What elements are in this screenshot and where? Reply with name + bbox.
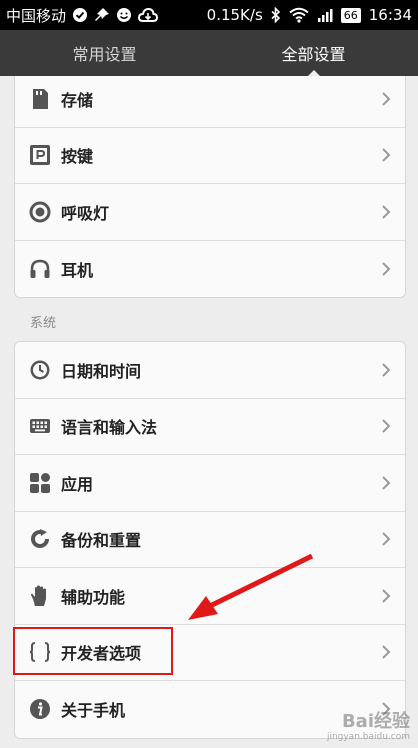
wifi-icon [289,7,309,23]
reset-icon [29,528,51,550]
breathing-light-icon [29,201,51,223]
setting-row-apps[interactable]: 应用 [15,455,405,512]
setting-label: 耳机 [61,260,94,280]
chevron-right-icon [381,362,391,378]
tab-common-settings[interactable]: 常用设置 [0,30,209,76]
settings-tabs: 常用设置 全部设置 [0,30,418,76]
setting-label: 按键 [61,147,94,167]
chevron-right-icon [381,261,391,277]
settings-list[interactable]: 存储 按键 呼吸灯 耳机 系统 日期和时间 语言和输入法 应用 备份和重置 辅助… [0,76,418,748]
watermark-subtext: jingyan.baidu.com [326,732,410,742]
setting-label: 备份和重置 [61,531,142,551]
chevron-right-icon [381,204,391,220]
clock-icon [29,359,51,381]
check-circle-icon [72,7,88,23]
setting-label: 呼吸灯 [61,203,110,223]
setting-row-accessibility[interactable]: 辅助功能 [15,568,405,625]
clock-time: 16:34 [368,6,412,24]
settings-group-system: 日期和时间 语言和输入法 应用 备份和重置 辅助功能 开发者选项 关于手机 [14,341,406,739]
setting-row-language-input[interactable]: 语言和输入法 [15,399,405,455]
highlight-box [13,627,173,675]
setting-row-breathing-light[interactable]: 呼吸灯 [15,184,405,241]
chevron-right-icon [381,91,391,107]
watermark-text: Bai经验 [341,711,410,732]
setting-label: 语言和输入法 [61,418,158,438]
chevron-right-icon [381,147,391,163]
keyboard-icon [29,415,51,437]
smiley-icon [116,7,132,23]
sd-card-icon [29,88,51,110]
chevron-right-icon [381,588,391,604]
setting-label: 应用 [61,474,94,494]
setting-row-buttons[interactable]: 按键 [15,128,405,184]
headphones-icon [29,258,51,280]
setting-label: 存储 [61,90,94,110]
tab-all-settings[interactable]: 全部设置 [209,30,418,76]
key-button-icon [29,144,51,166]
chevron-right-icon [381,475,391,491]
hand-icon [29,585,51,607]
network-speed: 0.15K/s [206,6,263,24]
setting-row-backup-reset[interactable]: 备份和重置 [15,512,405,568]
settings-group-device: 存储 按键 呼吸灯 耳机 [14,76,406,298]
setting-label: 辅助功能 [61,587,126,607]
setting-label: 关于手机 [61,701,126,721]
pin-icon [94,7,110,23]
setting-label: 日期和时间 [61,361,142,381]
carrier-label: 中国移动 [6,6,67,25]
chevron-right-icon [381,531,391,547]
apps-icon [29,472,51,494]
watermark: Bai经验 jingyan.baidu.com [327,713,410,742]
setting-row-storage[interactable]: 存储 [15,76,405,128]
battery-icon: 66 [340,7,361,23]
bluetooth-icon [271,7,281,23]
info-icon [29,698,51,720]
status-bar: 中国移动 0.15K/s 66 16:34 [0,0,418,30]
chevron-right-icon [381,418,391,434]
section-title-system: 系统 [30,316,57,331]
setting-row-headphones[interactable]: 耳机 [15,241,405,298]
cloud-icon [138,7,159,23]
signal-icon [317,7,333,23]
chevron-right-icon [381,644,391,660]
setting-row-date-time[interactable]: 日期和时间 [15,342,405,399]
